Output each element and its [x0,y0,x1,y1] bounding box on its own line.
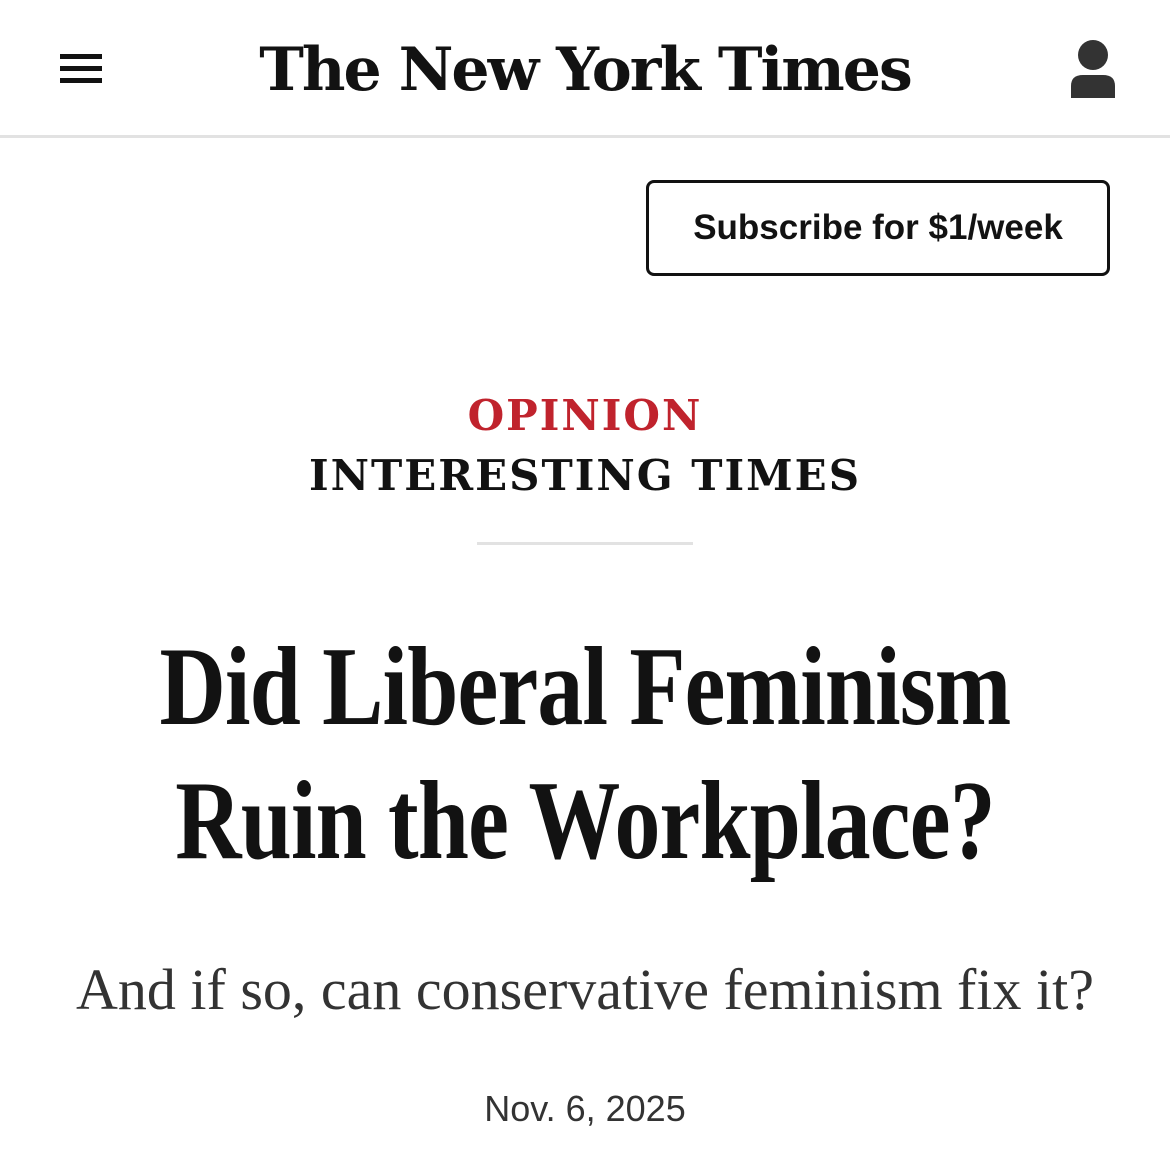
menu-line [60,78,102,83]
menu-line [60,66,102,71]
headline-line-2: Ruin the Workplace? [175,759,995,883]
section-label[interactable]: OPINION [0,390,1170,442]
article-summary: And if so, can conservative feminism fix… [76,957,1094,1022]
article-headline: Did Liberal Feminism Ruin the Workplace? [155,620,1016,888]
site-header: The New York Times [0,0,1170,138]
subscribe-button[interactable]: Subscribe for $1/week [646,180,1110,276]
menu-line [60,54,102,59]
hamburger-menu-icon[interactable] [56,50,106,90]
nyt-logo[interactable]: The New York Times [250,20,920,120]
divider [477,542,693,545]
user-account-icon[interactable] [1064,38,1122,102]
headline-line-1: Did Liberal Feminism [159,625,1012,749]
column-label[interactable]: INTERESTING TIMES [0,450,1170,502]
publish-date: Nov. 6, 2025 [484,1088,686,1129]
